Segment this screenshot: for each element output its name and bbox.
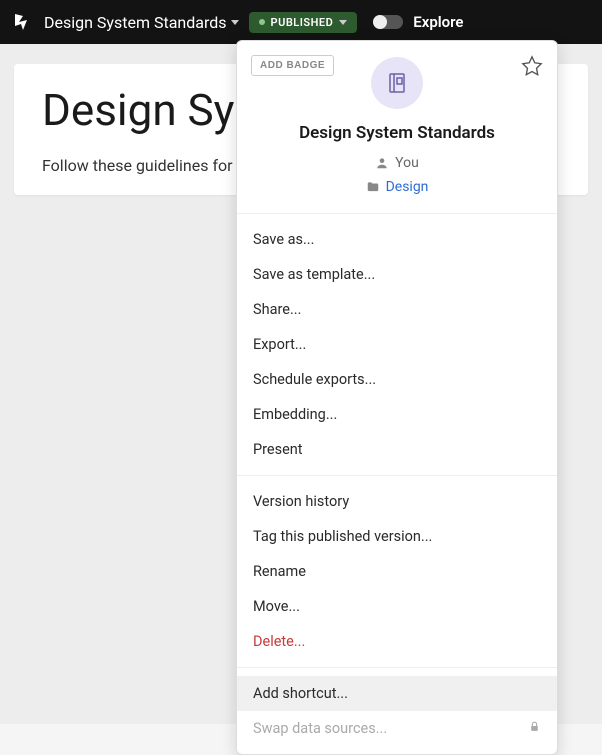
dropdown-header: ADD BADGE Design System Standards You xyxy=(237,41,557,214)
workbook-icon xyxy=(371,57,423,109)
menu-add-shortcut[interactable]: Add shortcut... xyxy=(237,676,557,711)
published-badge[interactable]: PUBLISHED xyxy=(249,12,358,33)
chevron-down-icon xyxy=(339,20,347,25)
explore-label: Explore xyxy=(413,13,463,31)
topbar: Design System Standards PUBLISHED Explor… xyxy=(0,0,602,44)
menu-rename[interactable]: Rename xyxy=(237,554,557,589)
menu-save-as-template[interactable]: Save as template... xyxy=(237,257,557,292)
owner-label: You xyxy=(395,155,419,171)
explore-toggle[interactable] xyxy=(373,15,403,29)
menu-tag-version[interactable]: Tag this published version... xyxy=(237,519,557,554)
user-icon xyxy=(375,156,389,170)
menu-swap-label: Swap data sources... xyxy=(253,720,387,737)
menu-delete[interactable]: Delete... xyxy=(237,624,557,659)
status-label: PUBLISHED xyxy=(271,16,334,29)
favorite-star-button[interactable] xyxy=(521,55,543,77)
menu-section-other: Add shortcut... Swap data sources... xyxy=(237,668,557,754)
menu-embedding[interactable]: Embedding... xyxy=(237,397,557,432)
dropdown-meta: You Design xyxy=(253,155,541,195)
folder-icon xyxy=(366,180,380,194)
workbook-title: Design System Standards xyxy=(44,13,227,32)
menu-version-history[interactable]: Version history xyxy=(237,484,557,519)
folder-row[interactable]: Design xyxy=(366,179,429,195)
lock-icon xyxy=(528,720,541,737)
status-dot-icon xyxy=(259,19,265,25)
menu-swap-data-sources: Swap data sources... xyxy=(237,711,557,746)
menu-section-edit: Version history Tag this published versi… xyxy=(237,476,557,668)
menu-move[interactable]: Move... xyxy=(237,589,557,624)
add-badge-button[interactable]: ADD BADGE xyxy=(251,55,334,76)
folder-link: Design xyxy=(386,179,429,195)
toggle-knob xyxy=(373,15,387,29)
menu-share[interactable]: Share... xyxy=(237,292,557,327)
breadcrumb-title[interactable]: Design System Standards xyxy=(44,13,239,32)
menu-section-file: Save as... Save as template... Share... … xyxy=(237,214,557,476)
menu-present[interactable]: Present xyxy=(237,432,557,467)
dropdown-title: Design System Standards xyxy=(253,123,541,143)
workbook-dropdown-menu: ADD BADGE Design System Standards You xyxy=(236,40,558,755)
app-logo[interactable] xyxy=(12,11,34,33)
chevron-down-icon xyxy=(231,20,239,25)
menu-export[interactable]: Export... xyxy=(237,327,557,362)
menu-save-as[interactable]: Save as... xyxy=(237,222,557,257)
menu-schedule-exports[interactable]: Schedule exports... xyxy=(237,362,557,397)
owner-row: You xyxy=(375,155,419,171)
